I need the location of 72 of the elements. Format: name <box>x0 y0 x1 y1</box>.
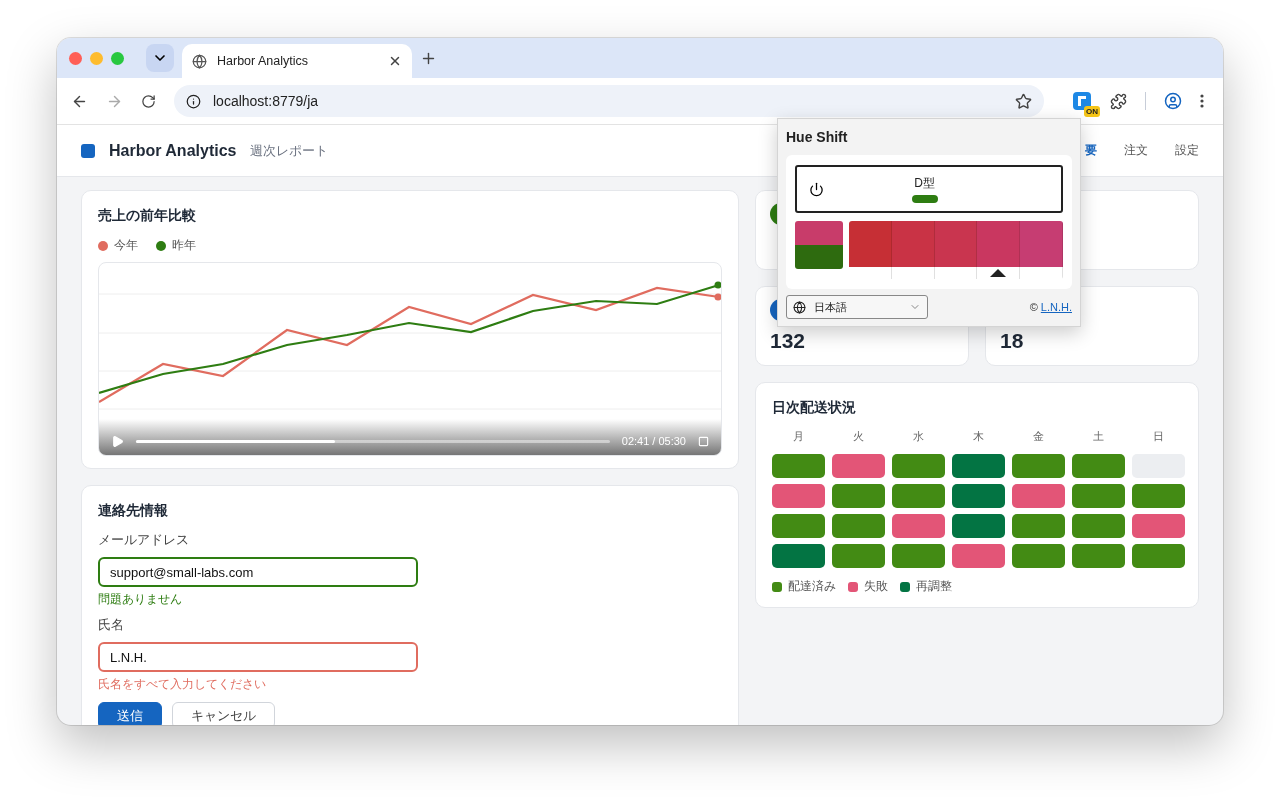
submit-button[interactable]: 送信 <box>98 702 162 725</box>
fullscreen-button[interactable] <box>698 435 709 447</box>
input-field[interactable]: L.N.H. <box>98 642 418 672</box>
menu-button[interactable] <box>1200 94 1204 108</box>
logo-icon <box>81 143 95 158</box>
browser-tab[interactable]: Harbor Analytics <box>182 44 412 78</box>
extension-badge: ON <box>1084 106 1100 117</box>
legend-label: 昨年 <box>172 237 196 254</box>
day-label: 月 <box>792 429 805 444</box>
card-title: 売上の前年比較 <box>98 207 197 225</box>
info-icon <box>186 93 201 109</box>
nav-link[interactable]: 要 <box>1085 142 1097 159</box>
day-label: 木 <box>972 429 985 444</box>
bookmark-star-button[interactable] <box>1015 92 1032 110</box>
nav-link[interactable]: 注文 <box>1124 142 1148 159</box>
language-select[interactable]: 日本語 <box>786 295 928 319</box>
credit-link[interactable]: L.N.H. <box>1040 301 1072 313</box>
color-swatch[interactable] <box>1020 221 1063 279</box>
day-label: 水 <box>912 429 925 444</box>
popup-title: Hue Shift <box>786 129 849 145</box>
profile-button[interactable] <box>1164 92 1182 110</box>
playback-time: 02:41 / 05:30 <box>621 435 686 447</box>
field-label: メールアドレス <box>98 532 190 549</box>
globe-icon <box>192 53 207 69</box>
progress-track[interactable] <box>136 439 610 443</box>
day-label: 金 <box>1032 429 1045 444</box>
play-button[interactable] <box>111 434 124 448</box>
mode-indicator <box>911 195 938 203</box>
card-title: 日次配送状況 <box>772 399 857 417</box>
legend-label: 失敗 <box>864 578 888 595</box>
mode-label: D型 <box>914 175 935 192</box>
copyright-symbol: © <box>1029 301 1038 313</box>
color-swatch[interactable] <box>849 221 892 279</box>
fullscreen-icon <box>698 435 709 447</box>
color-preview <box>795 221 843 269</box>
reload-icon <box>141 93 156 109</box>
legend-label: 再調整 <box>916 578 952 595</box>
page-subtitle: 週次レポート <box>250 141 329 160</box>
day-label: 日 <box>1152 429 1165 444</box>
mode-toggle[interactable]: D型 <box>795 165 1063 213</box>
star-icon <box>1015 92 1032 110</box>
cancel-button[interactable]: キャンセル <box>172 702 275 725</box>
nav-link[interactable]: 設定 <box>1175 142 1199 159</box>
stat-value: 132 <box>770 329 807 353</box>
validation-message: 氏名をすべて入力してください <box>98 676 267 693</box>
legend-label: 配達済み <box>788 578 836 595</box>
close-icon <box>388 54 402 68</box>
menu-icon <box>1200 94 1204 108</box>
validation-message: 問題ありません <box>98 591 183 608</box>
input-field[interactable]: support@small-labs.com <box>98 557 418 587</box>
puzzle-icon <box>1110 92 1127 110</box>
card-title: 連絡先情報 <box>98 502 169 520</box>
user-icon <box>1164 92 1182 110</box>
color-swatch[interactable] <box>891 221 935 279</box>
play-icon <box>111 434 124 448</box>
day-label: 火 <box>852 429 865 444</box>
field-label: 氏名 <box>98 617 125 634</box>
day-label: 土 <box>1092 429 1105 444</box>
color-swatch[interactable] <box>977 221 1021 279</box>
close-tab-button[interactable] <box>388 54 402 68</box>
brand-name: Harbor Analytics <box>109 141 237 160</box>
power-icon <box>809 181 824 197</box>
extensions-button[interactable] <box>1110 92 1127 110</box>
stat-value: 18 <box>1000 329 1025 353</box>
color-swatch[interactable] <box>934 221 978 279</box>
extension-icon[interactable] <box>1072 91 1092 111</box>
tab-list-button[interactable] <box>146 44 174 72</box>
legend-label: 今年 <box>114 237 138 254</box>
tab-title: Harbor Analytics <box>217 54 309 68</box>
address-bar[interactable]: localhost:8779/ja <box>174 85 1044 117</box>
globe-icon <box>793 300 806 314</box>
reload-button[interactable] <box>141 93 156 109</box>
